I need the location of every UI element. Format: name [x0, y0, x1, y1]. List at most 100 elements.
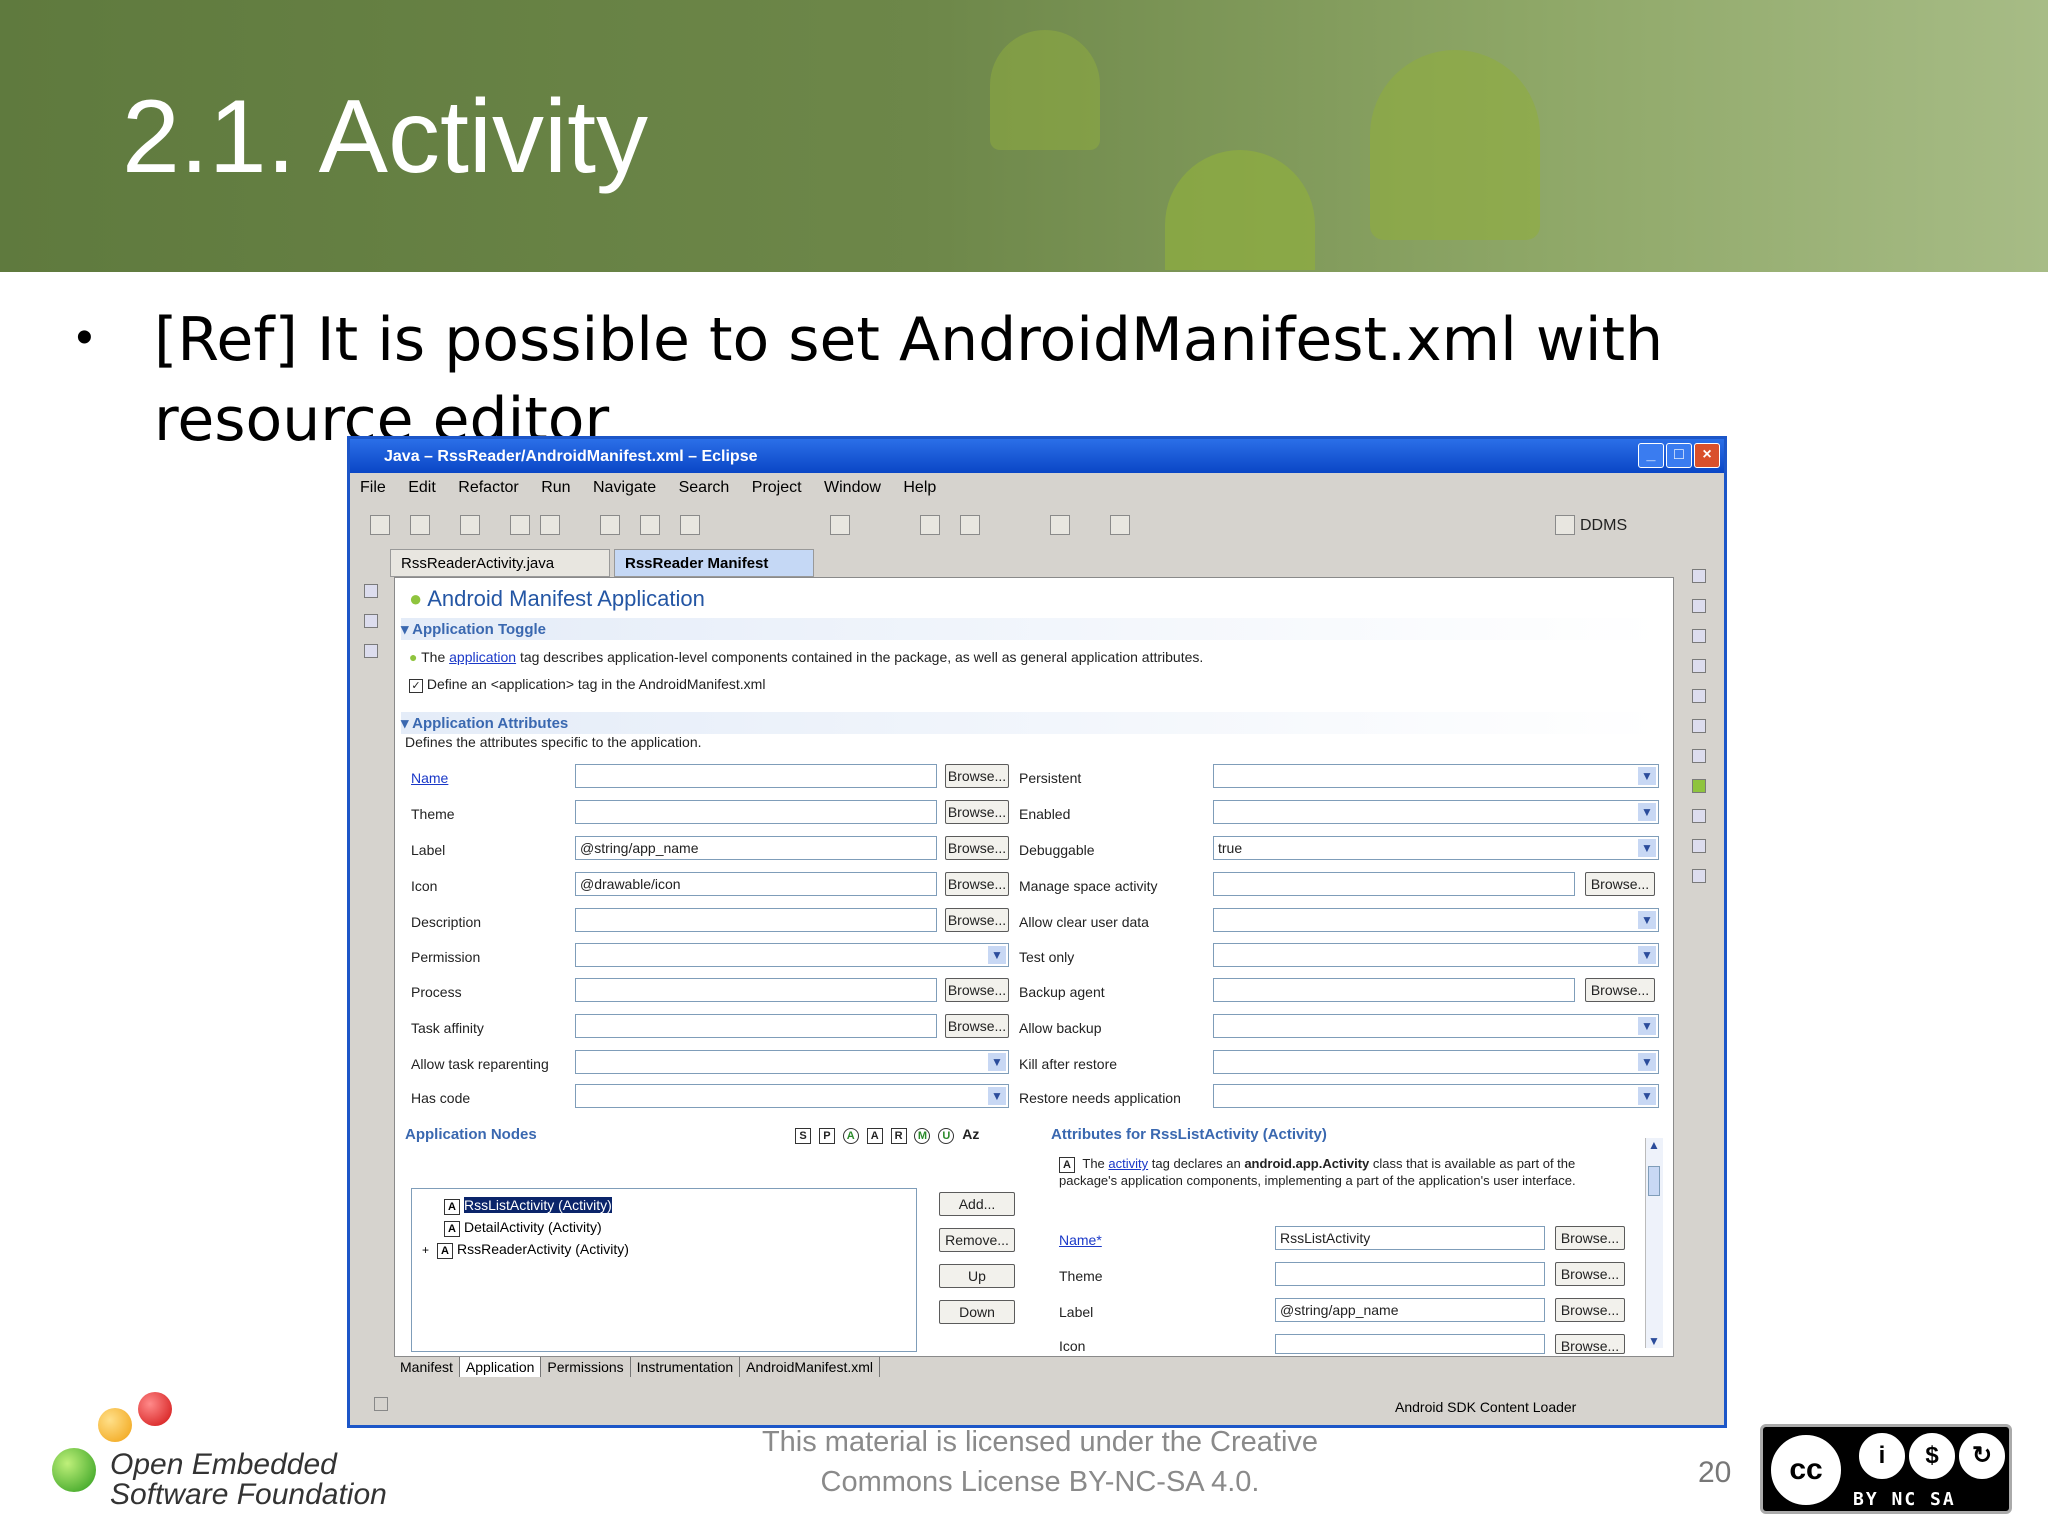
expand-icon[interactable]: + — [422, 1243, 429, 1257]
browse-button[interactable]: Browse... — [945, 908, 1009, 932]
receiver-filter-icon[interactable]: R — [890, 1128, 907, 1144]
task-affinity-input[interactable] — [575, 1014, 937, 1038]
persistent-combo[interactable]: ▼ — [1213, 764, 1659, 788]
detail-label-name[interactable]: Name* — [1059, 1232, 1102, 1248]
file-explorer-icon[interactable] — [1692, 749, 1706, 763]
chevron-down-icon[interactable]: ▼ — [1638, 911, 1656, 929]
activity-icon-input[interactable] — [1275, 1334, 1545, 1354]
menu-refactor[interactable]: Refactor — [458, 479, 518, 496]
process-input[interactable] — [575, 978, 937, 1002]
scrollbar-thumb[interactable] — [1648, 1166, 1660, 1196]
minimize-icon[interactable]: _ — [1638, 443, 1664, 468]
permission-combo[interactable]: ▼ — [575, 943, 1009, 967]
activity-name-input[interactable]: RssListActivity — [1275, 1226, 1545, 1250]
run-icon[interactable] — [640, 515, 660, 535]
open-perspective-icon[interactable] — [1555, 515, 1575, 535]
browse-button[interactable]: Browse... — [945, 800, 1009, 824]
open-resource-icon[interactable] — [960, 515, 980, 535]
browse-button[interactable]: Browse... — [1585, 978, 1655, 1002]
pin-icon[interactable] — [1110, 515, 1130, 535]
maximize-icon[interactable]: □ — [1666, 443, 1692, 468]
page-tab-instrumentation[interactable]: Instrumentation — [631, 1357, 741, 1377]
enabled-combo[interactable]: ▼ — [1213, 800, 1659, 824]
provider-filter-icon[interactable]: P — [818, 1128, 835, 1144]
print-icon[interactable] — [460, 515, 480, 535]
android-sdk-icon[interactable] — [510, 515, 530, 535]
allow-backup-combo[interactable]: ▼ — [1213, 1014, 1659, 1038]
new-icon[interactable] — [370, 515, 390, 535]
browse-button[interactable]: Browse... — [945, 836, 1009, 860]
menu-window[interactable]: Window — [824, 479, 881, 496]
detail-scrollbar[interactable]: ▲ ▼ — [1645, 1138, 1663, 1348]
kill-after-restore-combo[interactable]: ▼ — [1213, 1050, 1659, 1074]
chevron-down-icon[interactable]: ▼ — [1638, 767, 1656, 785]
open-type-icon[interactable] — [920, 515, 940, 535]
task-icon[interactable] — [1692, 599, 1706, 613]
package-explorer-icon[interactable] — [364, 584, 378, 598]
browse-button[interactable]: Browse... — [1555, 1262, 1625, 1286]
android-icon[interactable] — [1692, 779, 1706, 793]
theme-input[interactable] — [575, 800, 937, 824]
allow-clear-user-data-combo[interactable]: ▼ — [1213, 908, 1659, 932]
tree-node[interactable]: A RssListActivity (Activity) — [444, 1197, 612, 1215]
hierarchy-icon[interactable] — [364, 614, 378, 628]
close-icon[interactable]: × — [1694, 443, 1720, 468]
browse-button[interactable]: Browse... — [945, 872, 1009, 896]
devices-icon[interactable] — [1692, 629, 1706, 643]
icon-input[interactable]: @drawable/icon — [575, 872, 937, 896]
browse-button[interactable]: Browse... — [1555, 1334, 1625, 1354]
threads-icon[interactable] — [1692, 809, 1706, 823]
name-input[interactable] — [575, 764, 937, 788]
menu-project[interactable]: Project — [752, 479, 802, 496]
chevron-down-icon[interactable]: ▼ — [1638, 1087, 1656, 1105]
application-nodes-tree[interactable]: A RssListActivity (Activity) A DetailActiv… — [411, 1188, 917, 1352]
menu-file[interactable]: File — [360, 479, 386, 496]
restore-needs-application-combo[interactable]: ▼ — [1213, 1084, 1659, 1108]
debuggable-combo[interactable]: true ▼ — [1213, 836, 1659, 860]
sort-icon[interactable]: Az — [962, 1126, 979, 1142]
move-up-button[interactable]: Up — [939, 1264, 1015, 1288]
label-input[interactable]: @string/app_name — [575, 836, 937, 860]
console-icon[interactable] — [1692, 689, 1706, 703]
heap-icon[interactable] — [1692, 839, 1706, 853]
section-application-attributes[interactable]: ▾ Application Attributes — [401, 712, 1661, 734]
chevron-down-icon[interactable]: ▼ — [1638, 1053, 1656, 1071]
avd-manager-icon[interactable] — [540, 515, 560, 535]
page-tab-application[interactable]: Application — [459, 1357, 542, 1377]
chevron-down-icon[interactable]: ▼ — [1648, 1334, 1660, 1348]
menu-help[interactable]: Help — [903, 479, 936, 496]
description-input[interactable] — [575, 908, 937, 932]
folder-icon[interactable] — [1050, 515, 1070, 535]
browse-button[interactable]: Browse... — [1555, 1226, 1625, 1250]
chevron-down-icon[interactable]: ▼ — [1638, 946, 1656, 964]
menu-search[interactable]: Search — [679, 479, 730, 496]
activity-theme-input[interactable] — [1275, 1262, 1545, 1286]
outline-view-icon[interactable] — [1692, 569, 1706, 583]
debug-icon[interactable] — [600, 515, 620, 535]
browse-button[interactable]: Browse... — [945, 764, 1009, 788]
chevron-down-icon[interactable]: ▼ — [988, 946, 1006, 964]
tab-activity-java[interactable]: RssReaderActivity.java — [390, 549, 610, 577]
activity-link[interactable]: activity — [1108, 1156, 1148, 1171]
logcat-icon[interactable] — [1692, 719, 1706, 733]
tab-manifest[interactable]: RssReader Manifest — [614, 549, 814, 577]
activity-filter-icon[interactable]: A — [866, 1128, 883, 1144]
browse-button[interactable]: Browse... — [945, 1014, 1009, 1038]
field-label-name[interactable]: Name — [411, 770, 448, 786]
tree-node[interactable]: + A RssReaderActivity (Activity) — [422, 1241, 629, 1259]
chevron-down-icon[interactable]: ▼ — [988, 1053, 1006, 1071]
has-code-combo[interactable]: ▼ — [575, 1084, 1009, 1108]
activity-label-input[interactable]: @string/app_name — [1275, 1298, 1545, 1322]
search-icon[interactable] — [680, 515, 700, 535]
move-down-button[interactable]: Down — [939, 1300, 1015, 1324]
tree-node[interactable]: A DetailActivity (Activity) — [444, 1219, 602, 1237]
manage-space-activity-input[interactable] — [1213, 872, 1575, 896]
activity-alias-filter-icon[interactable]: A — [842, 1128, 859, 1144]
outline-icon[interactable] — [364, 644, 378, 658]
application-link[interactable]: application — [449, 649, 516, 665]
browse-button[interactable]: Browse... — [945, 978, 1009, 1002]
emulator-icon[interactable] — [1692, 659, 1706, 673]
save-icon[interactable] — [410, 515, 430, 535]
meta-data-filter-icon[interactable]: M — [914, 1128, 931, 1144]
browse-button[interactable]: Browse... — [1555, 1298, 1625, 1322]
